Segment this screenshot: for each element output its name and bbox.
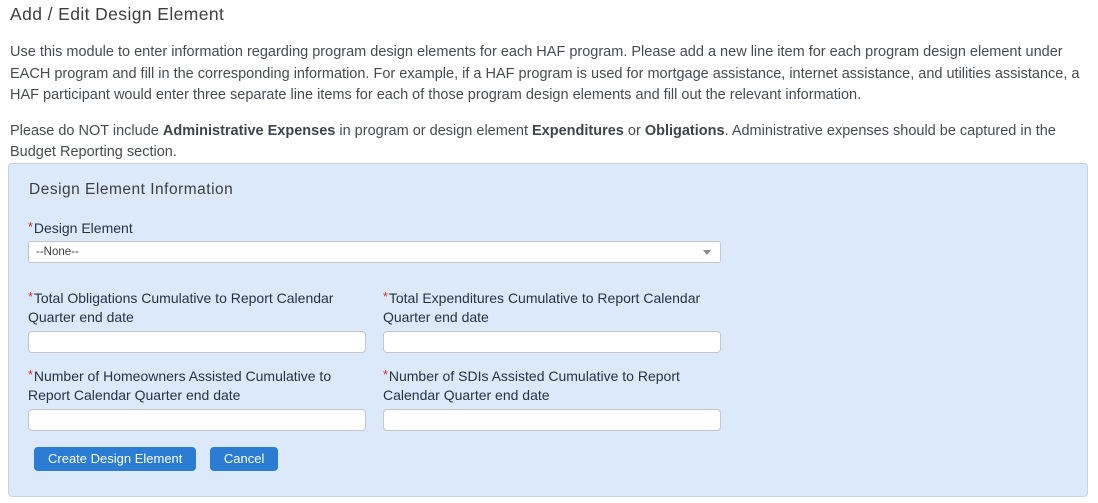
design-element-selected-value: --None-- (36, 246, 79, 258)
required-asterisk: * (383, 368, 388, 382)
field-total-obligations: *Total Obligations Cumulative to Report … (28, 275, 366, 353)
add-edit-design-element-page: Add / Edit Design Element Use this modul… (0, 0, 1098, 503)
note-bold-obligations: Obligations (645, 123, 725, 139)
button-row: Create Design Element Cancel (34, 447, 287, 471)
design-element-label: *Design Element (28, 218, 721, 238)
required-asterisk: * (383, 290, 388, 304)
note-mid2: or (624, 123, 645, 139)
dropdown-caret-icon (703, 250, 711, 255)
required-asterisk: * (28, 220, 33, 234)
design-element-information-panel: Design Element Information *Design Eleme… (8, 163, 1088, 497)
page-title: Add / Edit Design Element (10, 4, 224, 25)
create-design-element-button[interactable]: Create Design Element (34, 447, 196, 471)
total-expenditures-label: *Total Expenditures Cumulative to Report… (383, 288, 721, 327)
field-sdis-assisted: *Number of SDIs Assisted Cumulative to R… (383, 354, 721, 431)
sdis-assisted-input[interactable] (383, 409, 721, 431)
field-total-expenditures: *Total Expenditures Cumulative to Report… (383, 275, 721, 353)
note-pre: Please do NOT include (10, 123, 163, 139)
note-mid1: in program or design element (335, 123, 532, 139)
required-asterisk: * (28, 290, 33, 304)
total-expenditures-input[interactable] (383, 331, 721, 353)
design-element-select[interactable]: --None-- (28, 241, 721, 263)
field-design-element: *Design Element --None-- (28, 218, 721, 263)
homeowners-assisted-input[interactable] (28, 409, 366, 431)
homeowners-assisted-label: *Number of Homeowners Assisted Cumulativ… (28, 366, 366, 405)
intro-paragraph: Use this module to enter information reg… (10, 42, 1094, 107)
form-row-totals: *Total Obligations Cumulative to Report … (28, 275, 721, 353)
required-asterisk: * (28, 368, 33, 382)
cancel-button[interactable]: Cancel (210, 447, 278, 471)
panel-title: Design Element Information (29, 181, 233, 199)
sdis-assisted-label: *Number of SDIs Assisted Cumulative to R… (383, 366, 721, 405)
note-paragraph: Please do NOT include Administrative Exp… (10, 121, 1094, 163)
note-bold-admin-expenses: Administrative Expenses (163, 123, 335, 139)
total-obligations-input[interactable] (28, 331, 366, 353)
field-homeowners-assisted: *Number of Homeowners Assisted Cumulativ… (28, 354, 366, 431)
form-row-counts: *Number of Homeowners Assisted Cumulativ… (28, 354, 721, 431)
total-obligations-label: *Total Obligations Cumulative to Report … (28, 288, 366, 327)
note-bold-expenditures: Expenditures (532, 123, 624, 139)
